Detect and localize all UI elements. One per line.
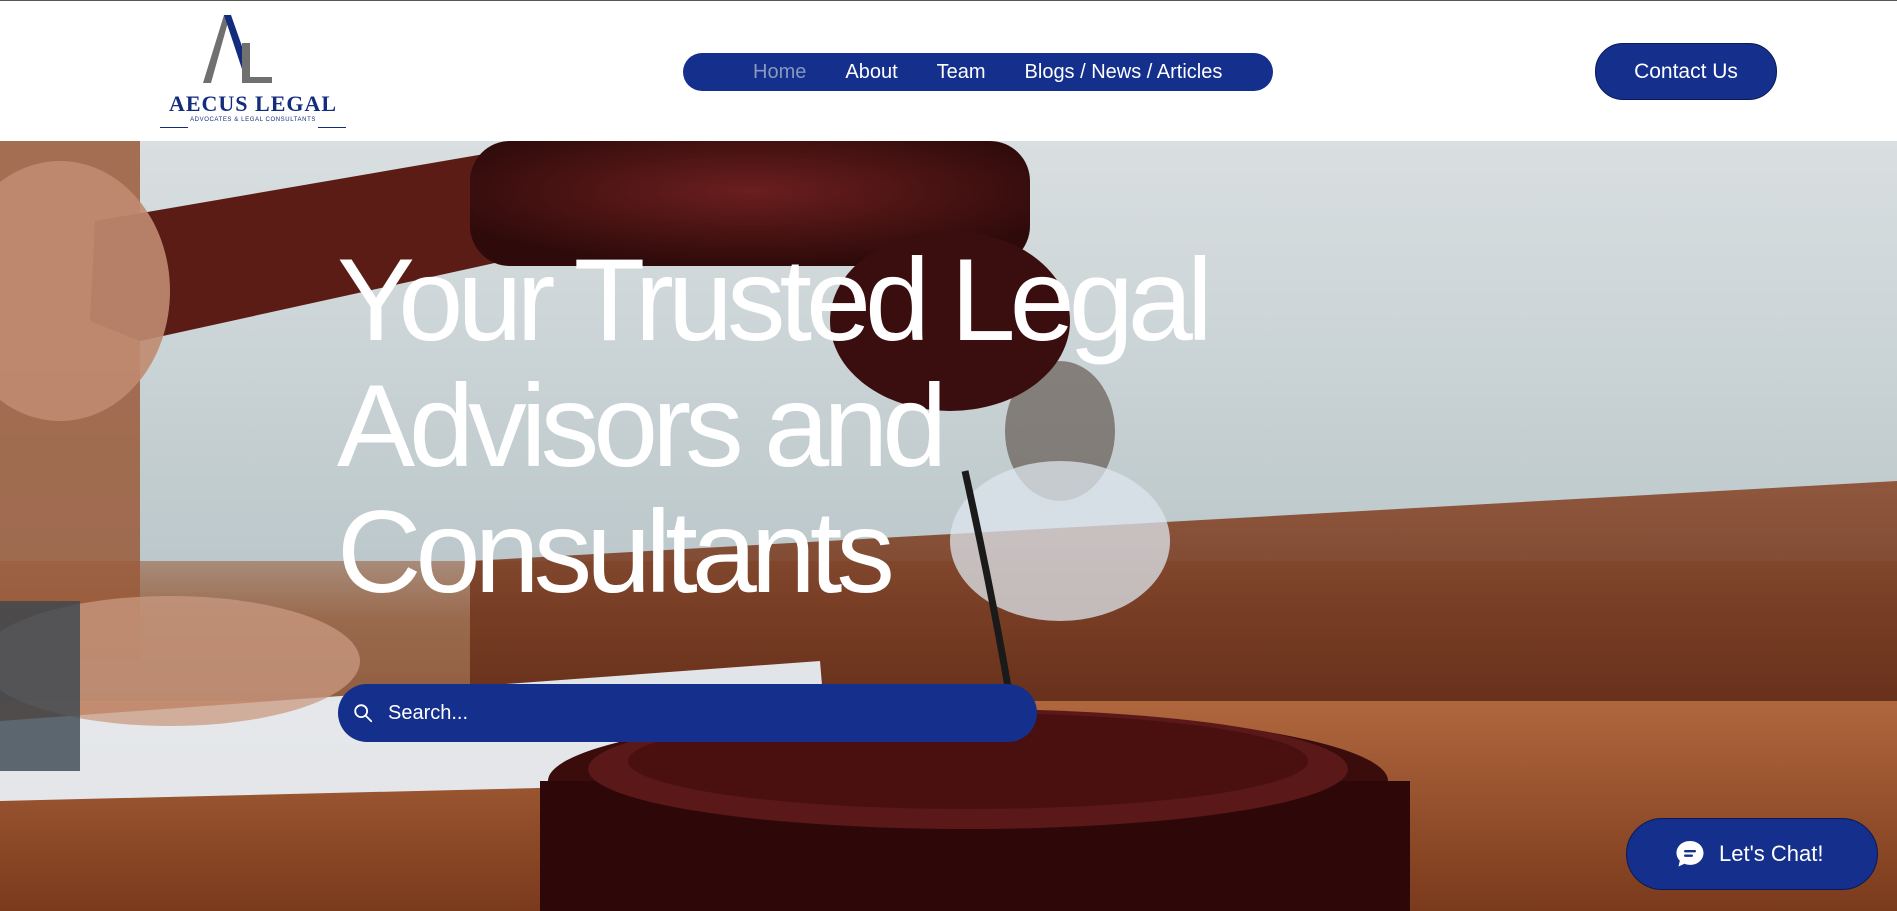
logo-rule-right xyxy=(318,127,346,128)
main-nav: Home About Team Blogs / News / Articles xyxy=(683,53,1273,91)
site-header: AECUS LEGAL ADVOCATES & LEGAL CONSULTANT… xyxy=(0,0,1897,141)
search-input[interactable] xyxy=(388,701,1037,725)
hero-title-line-1: Your Trusted Legal xyxy=(337,234,1213,365)
nav-item-team[interactable]: Team xyxy=(937,61,986,84)
logo-wordmark: AECUS LEGAL xyxy=(168,91,338,116)
search-bar[interactable] xyxy=(338,684,1037,742)
chat-label: Let's Chat! xyxy=(1719,841,1824,866)
hero-title-line-3: Consultants xyxy=(337,486,895,617)
logo[interactable]: AECUS LEGAL ADVOCATES & LEGAL CONSULTANT… xyxy=(158,7,348,128)
nav-item-about[interactable]: About xyxy=(845,61,897,84)
lets-chat-button[interactable]: Let's Chat! xyxy=(1626,818,1878,890)
nav-item-blogs[interactable]: Blogs / News / Articles xyxy=(1025,61,1223,84)
logo-tagline: ADVOCATES & LEGAL CONSULTANTS xyxy=(190,117,316,123)
hero-title-line-2: Advisors and xyxy=(337,360,947,491)
search-icon[interactable] xyxy=(352,702,374,724)
logo-rule-left xyxy=(160,127,188,128)
logo-monogram-icon xyxy=(203,15,272,83)
hero-title: Your Trusted Legal Advisors and Consulta… xyxy=(337,237,1337,615)
contact-us-button[interactable]: Contact Us xyxy=(1595,43,1777,100)
chat-bubble-icon xyxy=(1676,841,1704,867)
hero-section: Your Trusted Legal Advisors and Consulta… xyxy=(0,141,1897,911)
nav-item-home[interactable]: Home xyxy=(753,61,806,84)
